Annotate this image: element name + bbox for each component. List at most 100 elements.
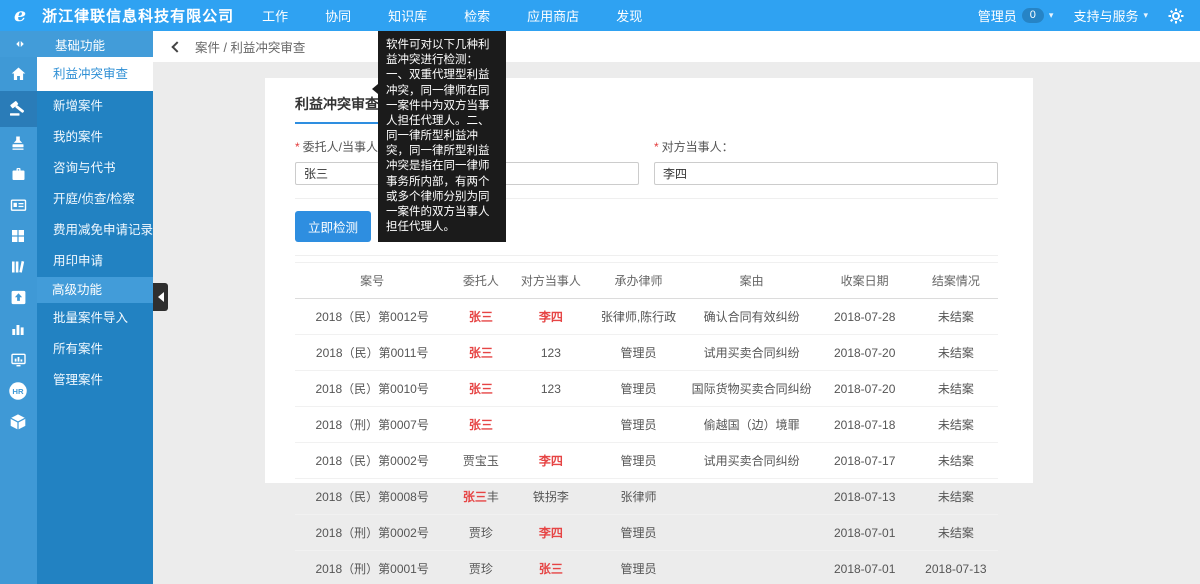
back-button[interactable] (171, 41, 182, 52)
sidebar-item[interactable]: 我的案件 (37, 122, 153, 153)
table-cell: 管理员 (589, 371, 687, 407)
results-table: 案号委托人对方当事人承办律师案由收案日期结案情况 2018（民）第0012号张三… (295, 262, 998, 584)
table-row[interactable]: 2018（民）第0011号张三123管理员试用买卖合同纠纷2018-07-20未… (295, 335, 998, 371)
upload-icon[interactable] (0, 282, 37, 313)
table-row[interactable]: 2018（刑）第0001号贾珍张三管理员2018-07-012018-07-13 (295, 551, 998, 584)
table-cell: 未结案 (914, 479, 998, 515)
table-cell: 试用买卖合同纠纷 (688, 335, 816, 371)
chevron-down-icon: ▾ (1143, 10, 1148, 21)
stamp-icon[interactable] (0, 127, 37, 158)
topbar-right: 管理员 0 ▾ 支持与服务 ▾ (978, 6, 1184, 25)
table-cell: 张三 (449, 371, 512, 407)
support-menu[interactable]: 支持与服务 ▾ (1073, 6, 1148, 25)
table-cell: 管理员 (589, 515, 687, 551)
table-cell: 2018（民）第0012号 (295, 299, 449, 335)
table-cell: 2018（民）第0002号 (295, 443, 449, 479)
table-cell: 贾宝玉 (449, 443, 512, 479)
form-field: *对方当事人： (654, 138, 998, 185)
user-label: 管理员 (978, 6, 1017, 25)
column-header: 对方当事人 (512, 263, 589, 299)
briefcase-icon[interactable] (0, 158, 37, 189)
table-cell: 2018-07-18 (816, 407, 914, 443)
company-name: 浙江律联信息科技有限公司 (42, 5, 234, 26)
table-cell: 贾珍 (449, 551, 512, 584)
id-card-icon[interactable] (0, 189, 37, 220)
table-cell: 2018-07-01 (816, 515, 914, 551)
gavel-icon[interactable] (0, 91, 37, 127)
table-cell: 国际货物买卖合同纠纷 (688, 371, 816, 407)
column-header: 案由 (688, 263, 816, 299)
grid-apps-icon[interactable] (0, 220, 37, 251)
sidebar-item[interactable]: 新增案件 (37, 91, 153, 122)
opposing-party-input[interactable] (654, 162, 998, 185)
table-cell: 张律师,陈行政 (589, 299, 687, 335)
sidebar-section-header: 高级功能 (37, 277, 153, 303)
divider (295, 255, 998, 256)
sidebar-item[interactable]: 批量案件导入 (37, 303, 153, 334)
table-cell: 123 (512, 335, 589, 371)
top-menu-item[interactable]: 发现 (616, 6, 642, 25)
sidebar-item[interactable]: 利益冲突审查 (37, 57, 153, 91)
table-cell: 2018-07-13 (914, 551, 998, 584)
home-icon[interactable] (0, 57, 37, 91)
sidebar-item[interactable]: 用印申请 (37, 246, 153, 277)
column-header: 案号 (295, 263, 449, 299)
table-cell: 张三 (512, 551, 589, 584)
table-cell: 2018（民）第0008号 (295, 479, 449, 515)
settings-gear-icon[interactable] (1168, 8, 1184, 24)
table-cell: 2018（刑）第0007号 (295, 407, 449, 443)
user-menu[interactable]: 管理员 0 ▾ (978, 6, 1054, 25)
table-cell: 未结案 (914, 335, 998, 371)
table-row[interactable]: 2018（刑）第0007号张三管理员偷越国（边）境罪2018-07-18未结案 (295, 407, 998, 443)
table-row[interactable]: 2018（民）第0012号张三李四张律师,陈行政确认合同有效纠纷2018-07-… (295, 299, 998, 335)
sidebar-section-header: 基础功能 (0, 31, 153, 57)
table-row[interactable]: 2018（民）第0008号张三丰铁拐李张律师2018-07-13未结案 (295, 479, 998, 515)
tooltip-arrow-icon (372, 84, 378, 94)
chevron-down-icon: ▾ (1049, 10, 1054, 21)
top-menu-item[interactable]: 检索 (464, 6, 490, 25)
sidebar-item[interactable]: 所有案件 (37, 334, 153, 365)
app-logo-icon: e (14, 4, 26, 26)
required-asterisk: * (295, 140, 300, 154)
section-header-label: 基础功能 (40, 35, 105, 54)
column-header: 收案日期 (816, 263, 914, 299)
table-cell: 2018-07-28 (816, 299, 914, 335)
column-header: 结案情况 (914, 263, 998, 299)
table-header-row: 案号委托人对方当事人承办律师案由收案日期结案情况 (295, 263, 998, 299)
table-cell: 123 (512, 371, 589, 407)
sidebar-item[interactable]: 开庭/侦查/检察 (37, 184, 153, 215)
detect-button[interactable]: 立即检测 (295, 211, 371, 242)
sidebar-item[interactable]: 管理案件 (37, 365, 153, 396)
sidebar-item[interactable]: 费用减免申请记录 (37, 215, 153, 246)
top-menu-item[interactable]: 应用商店 (527, 6, 579, 25)
table-cell: 张律师 (589, 479, 687, 515)
collapse-arrows-icon[interactable] (0, 38, 40, 50)
hr-badge-icon[interactable]: HR (0, 375, 37, 406)
package-icon[interactable] (0, 406, 37, 437)
table-row[interactable]: 2018（民）第0002号贾宝玉李四管理员试用买卖合同纠纷2018-07-17未… (295, 443, 998, 479)
sidebar-collapse-handle[interactable] (153, 283, 168, 311)
table-cell: 确认合同有效纠纷 (688, 299, 816, 335)
report-icon[interactable] (0, 344, 37, 375)
library-icon[interactable] (0, 251, 37, 282)
table-row[interactable]: 2018（民）第0010号张三123管理员国际货物买卖合同纠纷2018-07-2… (295, 371, 998, 407)
bar-chart-icon[interactable] (0, 313, 37, 344)
table-cell: 未结案 (914, 371, 998, 407)
sidebar: 基础功能 HR 利益冲突审查新增案件我的案件咨询与代书开庭/侦查/检察费用减免申… (0, 31, 153, 584)
table-cell: 2018-07-17 (816, 443, 914, 479)
table-cell: 试用买卖合同纠纷 (688, 443, 816, 479)
table-cell: 管理员 (589, 335, 687, 371)
table-row[interactable]: 2018（刑）第0002号贾珍李四管理员2018-07-01未结案 (295, 515, 998, 551)
top-menu: 工作 协同 知识库 检索 应用商店 发现 (262, 6, 642, 25)
top-menu-item[interactable]: 工作 (262, 6, 288, 25)
top-menu-item[interactable]: 知识库 (388, 6, 427, 25)
notification-badge: 0 (1022, 8, 1044, 23)
table-cell: 偷越国（边）境罪 (688, 407, 816, 443)
table-cell: 张三 (449, 299, 512, 335)
sidebar-item[interactable]: 咨询与代书 (37, 153, 153, 184)
required-asterisk: * (654, 140, 659, 154)
table-cell (688, 515, 816, 551)
field-label: *对方当事人： (654, 138, 998, 155)
chevron-left-icon (158, 292, 164, 302)
top-menu-item[interactable]: 协同 (325, 6, 351, 25)
